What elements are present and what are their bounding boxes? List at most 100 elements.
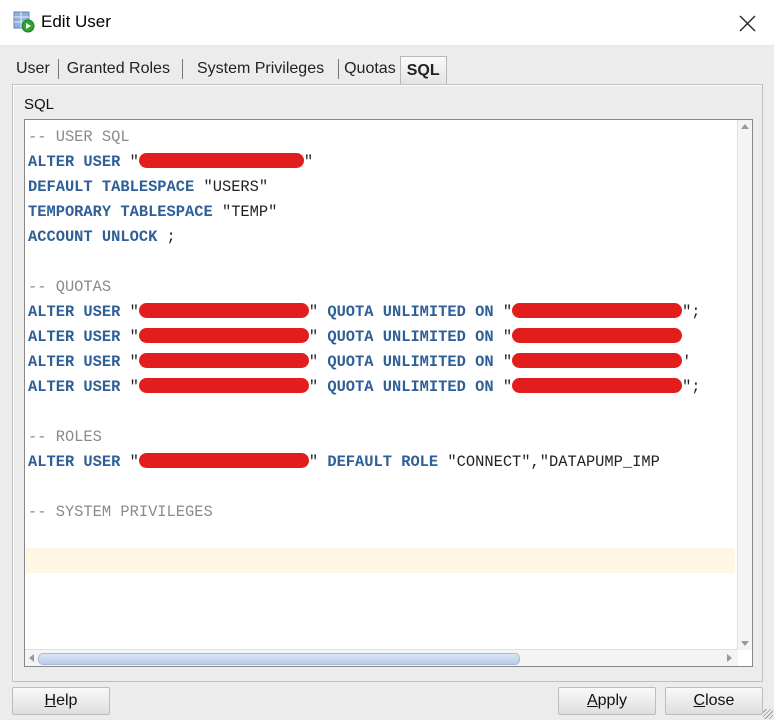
sql-keyword: ALTER USER: [28, 378, 121, 396]
comment-text: -- QUOTAS: [28, 278, 112, 296]
sql-comment-line: -- QUOTAS: [28, 275, 701, 300]
sql-literal: ": [308, 328, 328, 346]
sql-literal: ': [682, 353, 692, 371]
panel-label: SQL: [24, 96, 55, 113]
tab-bar: User Granted Roles System Privileges Quo…: [14, 56, 447, 84]
sql-keyword: QUOTA UNLIMITED ON: [327, 328, 494, 346]
edit-user-icon: [13, 11, 35, 33]
sql-keyword: TEMPORARY TABLESPACE: [28, 203, 213, 221]
sql-literal: ": [493, 378, 513, 396]
sql-keyword: DEFAULT ROLE: [327, 453, 439, 471]
sql-keyword: ACCOUNT UNLOCK: [28, 228, 158, 246]
current-line-highlight: [26, 548, 735, 573]
help-mnemonic: H: [44, 692, 57, 709]
help-button[interactable]: Help: [12, 687, 110, 715]
vertical-scrollbar[interactable]: [737, 120, 752, 650]
sql-literal: ": [120, 303, 139, 321]
title-bar: Edit User: [0, 0, 774, 46]
horizontal-scroll-thumb[interactable]: [38, 653, 520, 665]
sql-literal: ": [120, 378, 139, 396]
redaction-mark: [138, 353, 309, 368]
sql-keyword: ALTER USER: [28, 153, 121, 171]
apply-label: pply: [597, 692, 628, 709]
horizontal-scrollbar[interactable]: [25, 649, 738, 666]
apply-mnemonic: A: [586, 692, 598, 709]
close-icon[interactable]: [733, 10, 761, 36]
tab-separator: [181, 59, 183, 79]
scroll-up-arrow-icon[interactable]: [741, 124, 749, 129]
sql-literal: ": [308, 303, 328, 321]
help-label: elp: [56, 692, 78, 709]
tab-quotas[interactable]: Quotas: [342, 57, 398, 84]
sql-comment-line: -- USER SQL: [28, 125, 701, 150]
sql-keyword: ALTER USER: [28, 328, 121, 346]
sql-code-line: ALTER USER " " QUOTA UNLIMITED ON " ";: [28, 375, 701, 400]
redaction-mark: [512, 378, 683, 393]
close-label: lose: [705, 692, 735, 709]
redaction-mark: [138, 453, 309, 468]
sql-literal: ;: [157, 228, 176, 246]
sql-literal: "TEMP": [212, 203, 278, 221]
tab-granted-roles[interactable]: Granted Roles: [65, 57, 172, 84]
redaction-mark: [512, 353, 683, 368]
sql-code-line: ALTER USER " " QUOTA UNLIMITED ON " ";: [28, 300, 701, 325]
sql-code-line: ALTER USER " " QUOTA UNLIMITED ON ": [28, 325, 701, 350]
sql-keyword: ALTER USER: [28, 353, 121, 371]
sql-literal: ": [308, 453, 328, 471]
tab-user[interactable]: User: [14, 57, 52, 84]
resize-grip[interactable]: [763, 709, 773, 719]
tab-system-privileges[interactable]: System Privileges: [195, 57, 326, 84]
sql-literal: ": [120, 153, 139, 171]
close-button[interactable]: Close: [665, 687, 763, 715]
comment-text: -- ROLES: [28, 428, 102, 446]
sql-keyword: ALTER USER: [28, 453, 121, 471]
sql-literal: ": [120, 453, 139, 471]
window-title: Edit User: [41, 12, 111, 31]
sql-code: -- USER SQL ALTER USER " " DEFAULT TABLESPA…: [28, 125, 701, 525]
sql-literal: ": [493, 303, 513, 321]
sql-literal: ";: [682, 303, 701, 321]
sql-literal: ";: [682, 378, 701, 396]
sql-code-line: ALTER USER " " DEFAULT ROLE "CONNECT","DA…: [28, 450, 701, 475]
apply-button[interactable]: Apply: [558, 687, 656, 715]
tab-sql[interactable]: SQL: [399, 56, 447, 84]
sql-code-line: ACCOUNT UNLOCK ;: [28, 225, 701, 250]
sql-keyword: ALTER USER: [28, 303, 121, 321]
redaction-mark: [138, 303, 309, 318]
tab-separator: [338, 59, 340, 79]
sql-keyword: DEFAULT TABLESPACE: [28, 178, 195, 196]
comment-text: -- SYSTEM PRIVILEGES: [28, 503, 213, 521]
sql-code-line: ALTER USER " ": [28, 150, 701, 175]
sql-literal: ": [308, 378, 328, 396]
sql-literal: "CONNECT","DATAPUMP_IMP: [438, 453, 660, 471]
sql-literal: ": [308, 353, 328, 371]
sql-keyword: QUOTA UNLIMITED ON: [327, 378, 494, 396]
sql-code-line: DEFAULT TABLESPACE "USERS": [28, 175, 701, 200]
sql-literal: ": [120, 353, 139, 371]
sql-literal: ": [493, 328, 513, 346]
sql-literal: ": [493, 353, 513, 371]
tab-separator: [57, 59, 59, 79]
sql-keyword: QUOTA UNLIMITED ON: [327, 303, 494, 321]
sql-comment-line: -- SYSTEM PRIVILEGES: [28, 500, 701, 525]
scroll-left-arrow-icon[interactable]: [29, 654, 34, 662]
sql-literal: ": [303, 153, 314, 171]
close-mnemonic: C: [693, 692, 706, 709]
redaction-mark: [512, 328, 683, 343]
redaction-mark: [138, 153, 304, 168]
sql-literal: "USERS": [194, 178, 269, 196]
redaction-mark: [512, 303, 683, 318]
sql-code-line: ALTER USER " " QUOTA UNLIMITED ON " ': [28, 350, 701, 375]
sql-keyword: QUOTA UNLIMITED ON: [327, 353, 494, 371]
scroll-down-arrow-icon[interactable]: [741, 641, 749, 646]
sql-comment-line: -- ROLES: [28, 425, 701, 450]
redaction-mark: [138, 328, 309, 343]
sql-literal: ": [120, 328, 139, 346]
sql-editor[interactable]: -- USER SQL ALTER USER " " DEFAULT TABLESPA…: [24, 119, 753, 667]
sql-code-line: TEMPORARY TABLESPACE "TEMP": [28, 200, 701, 225]
redaction-mark: [138, 378, 309, 393]
scroll-right-arrow-icon[interactable]: [727, 654, 732, 662]
